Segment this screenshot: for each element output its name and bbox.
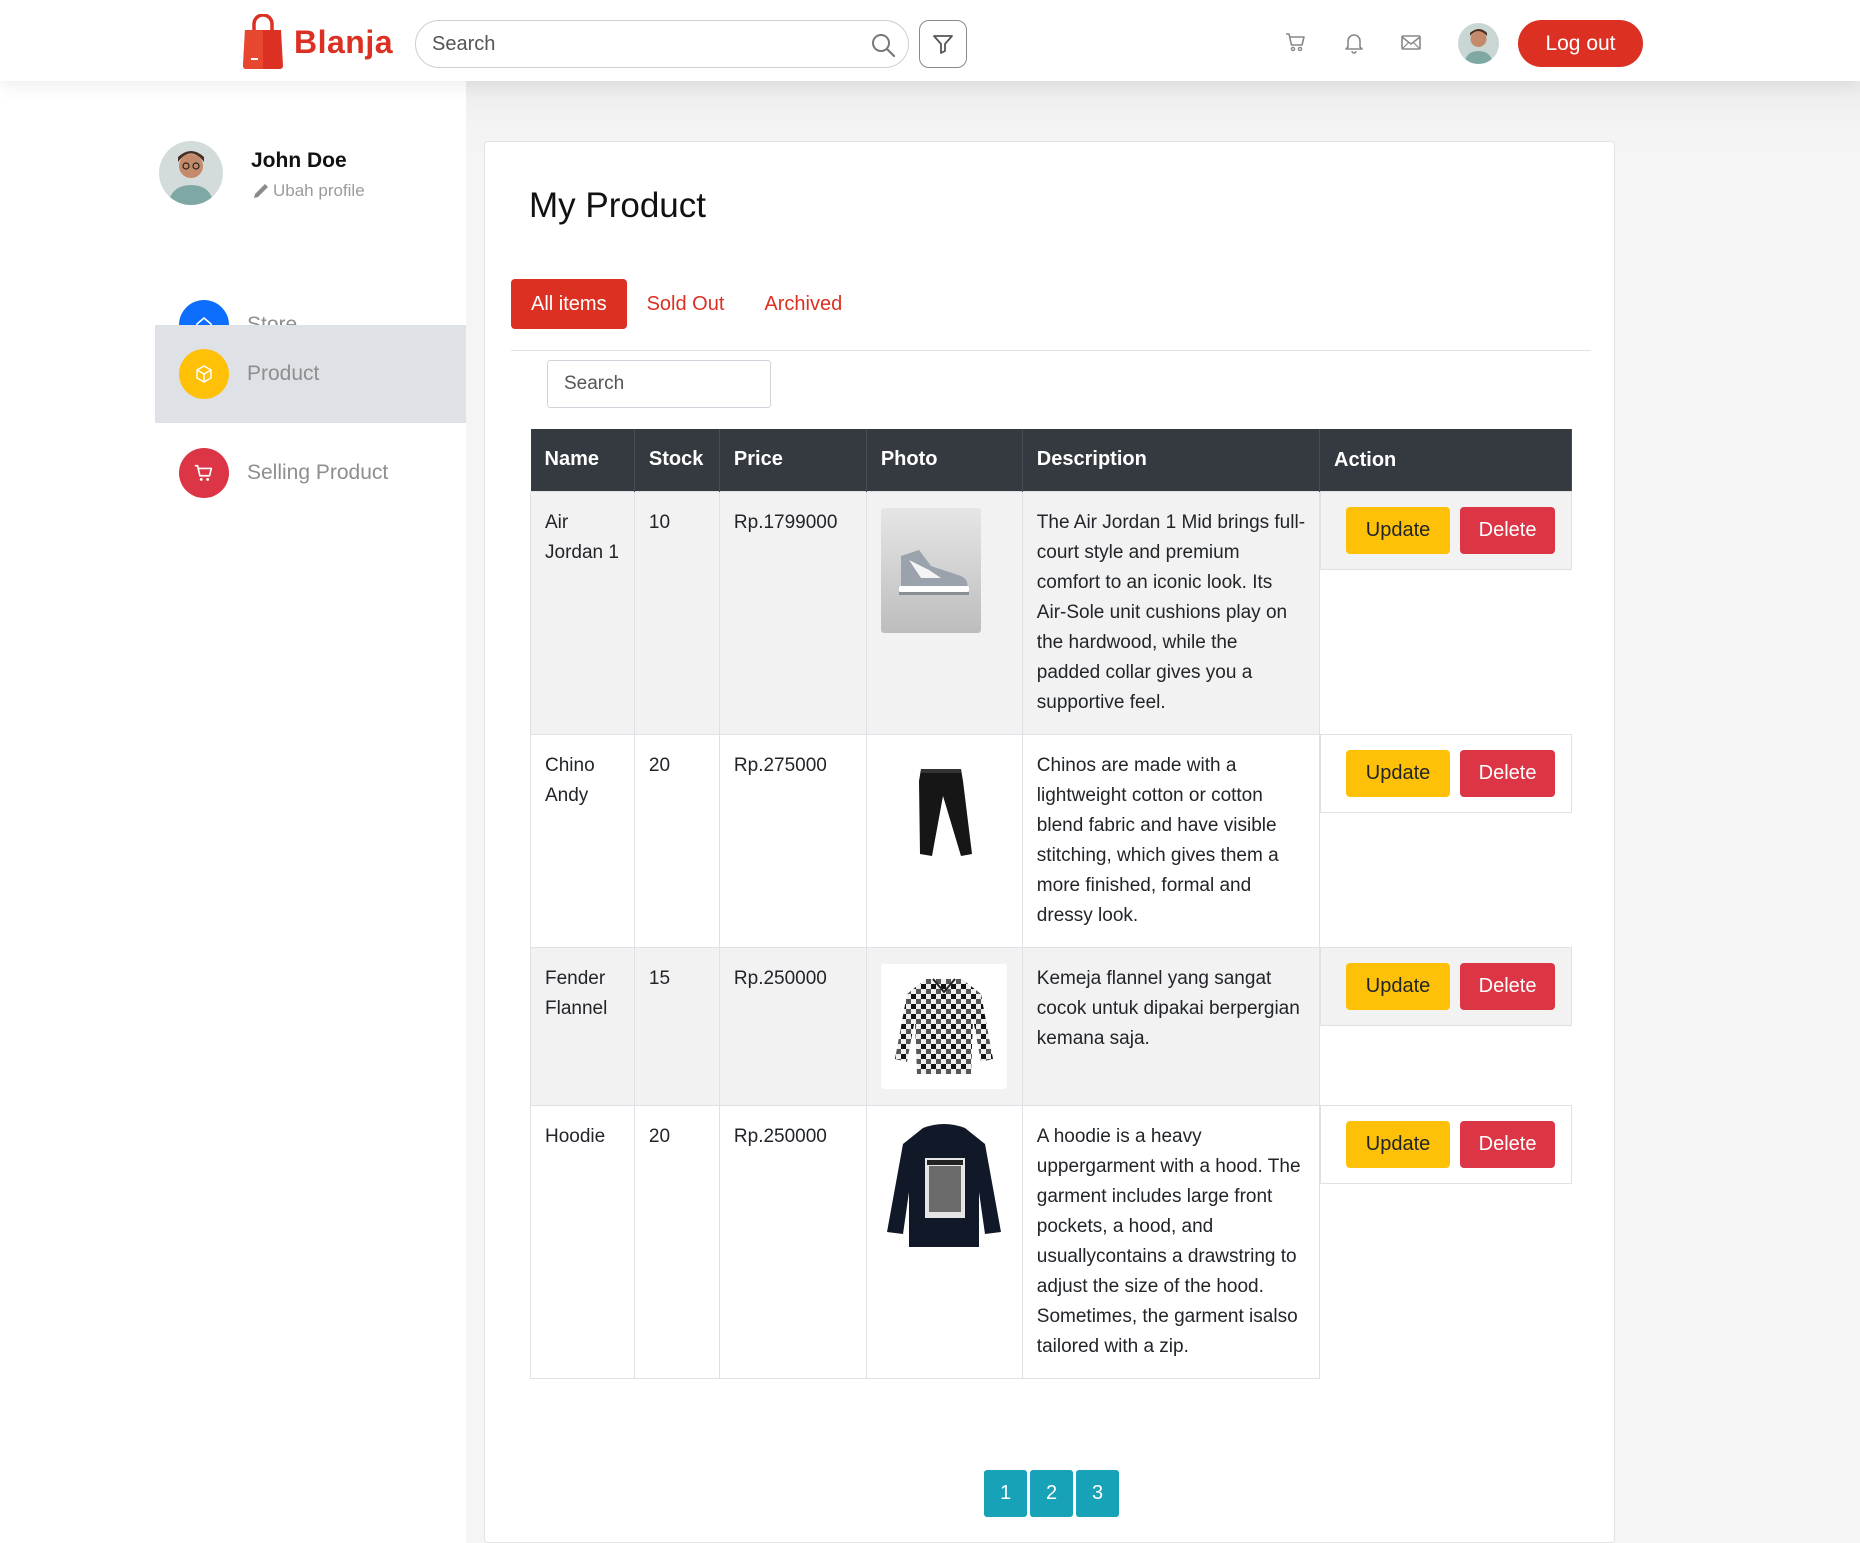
flannel-photo [880, 963, 1007, 1089]
search-input[interactable] [432, 21, 852, 67]
page-button-2[interactable]: 2 [1030, 1470, 1073, 1517]
product-stock: 15 [633, 946, 720, 1106]
tab-archived[interactable]: Archived [744, 279, 862, 329]
product-description: Kemeja flannel yang sangat cocok untuk d… [1021, 946, 1321, 1106]
action-buttons: Update Delete [1320, 491, 1572, 570]
product-name: Chino Andy [530, 733, 635, 948]
table-header-row: Name Stock Price Photo Description Actio… [530, 429, 1572, 491]
shopping-bag-icon [243, 14, 283, 69]
table-row: Air Jordan 1 10 Rp.1799000 The Air Jorda… [530, 490, 1572, 735]
tab-divider [511, 350, 1591, 351]
update-button[interactable]: Update [1346, 507, 1451, 554]
product-card: My Product All items Sold Out Archived N… [484, 141, 1615, 1543]
action-cell: Update Delete [1320, 734, 1572, 947]
delete-button[interactable]: Delete [1460, 750, 1556, 797]
product-name: Air Jordan 1 [530, 490, 635, 735]
action-buttons: Update Delete [1320, 1105, 1572, 1184]
user-avatar-icon [159, 141, 223, 205]
product-photo-cell [865, 1104, 1023, 1379]
product-search-input[interactable] [547, 360, 771, 408]
product-description: Chinos are made with a lightweight cotto… [1021, 733, 1321, 948]
filter-icon [933, 35, 953, 54]
product-description: The Air Jordan 1 Mid brings full-court s… [1021, 490, 1321, 735]
logout-button[interactable]: Log out [1518, 20, 1643, 67]
product-price: Rp.1799000 [718, 490, 867, 735]
product-price: Rp.250000 [718, 946, 867, 1106]
sidebar-item-label: Product [247, 362, 320, 385]
delete-button[interactable]: Delete [1460, 507, 1556, 554]
product-tabs: All items Sold Out Archived [511, 279, 862, 329]
sneaker-photo [880, 507, 981, 633]
delete-button[interactable]: Delete [1460, 1121, 1556, 1168]
table-row: Chino Andy 20 Rp.275000 Chinos are made … [530, 733, 1572, 948]
search-bar[interactable] [415, 20, 909, 68]
product-name: Fender Flannel [530, 946, 635, 1106]
bell-icon[interactable] [1342, 30, 1366, 54]
sidebar-item-product[interactable]: Product [155, 325, 466, 423]
edit-profile-link[interactable]: Ubah profile [251, 181, 365, 201]
column-header-name: Name [530, 429, 635, 491]
sidebar-item-label: Selling Product [247, 461, 389, 484]
action-cell: Update Delete [1320, 1105, 1572, 1378]
column-header-photo: Photo [866, 429, 1023, 491]
page-button-1[interactable]: 1 [984, 1470, 1027, 1517]
column-header-description: Description [1022, 429, 1321, 491]
update-button[interactable]: Update [1346, 963, 1451, 1010]
product-name: Hoodie [530, 1104, 635, 1379]
delete-button[interactable]: Delete [1460, 963, 1556, 1010]
product-table: Name Stock Price Photo Description Actio… [530, 429, 1572, 1379]
product-photo-cell [865, 490, 1023, 735]
product-price: Rp.250000 [718, 1104, 867, 1379]
cart-icon [179, 448, 229, 498]
avatar [159, 141, 223, 205]
edit-profile-label: Ubah profile [273, 181, 365, 200]
filter-button[interactable] [919, 20, 967, 68]
product-stock: 20 [633, 1104, 720, 1379]
action-buttons: Update Delete [1320, 947, 1572, 1026]
pagination: 1 2 3 [984, 1470, 1119, 1517]
brand-name: Blanja [294, 23, 394, 60]
pants-photo [880, 750, 1007, 876]
search-icon[interactable] [870, 32, 896, 58]
sidebar-profile: John Doe Ubah profile [159, 141, 365, 205]
cart-icon[interactable] [1284, 30, 1308, 54]
pencil-icon [254, 184, 268, 198]
update-button[interactable]: Update [1346, 750, 1451, 797]
product-price: Rp.275000 [718, 733, 867, 948]
sidebar: John Doe Ubah profile Store Product Sell… [0, 81, 466, 1543]
sidebar-item-selling-product[interactable]: Selling Product [155, 424, 466, 522]
update-button[interactable]: Update [1346, 1121, 1451, 1168]
column-header-stock: Stock [634, 429, 720, 491]
top-navbar: Blanja Log out [0, 0, 1860, 81]
page-title: My Product [529, 186, 706, 225]
avatar[interactable] [1458, 23, 1499, 64]
hoodie-photo [880, 1121, 1007, 1247]
action-cell: Update Delete [1320, 947, 1572, 1105]
profile-name: John Doe [251, 149, 347, 172]
mail-icon[interactable] [1399, 30, 1423, 54]
page-button-3[interactable]: 3 [1076, 1470, 1119, 1517]
box-icon [179, 349, 229, 399]
brand-logo[interactable]: Blanja [242, 14, 393, 70]
tab-sold-out[interactable]: Sold Out [627, 279, 745, 329]
user-avatar-icon [1458, 23, 1499, 64]
table-row: Fender Flannel 15 Rp.250000 Kemeja flann… [530, 946, 1572, 1106]
profile-text: John Doe Ubah profile [251, 141, 365, 201]
product-stock: 10 [633, 490, 720, 735]
product-photo-cell [865, 946, 1023, 1106]
tab-all-items[interactable]: All items [511, 279, 627, 329]
product-photo-cell [865, 733, 1023, 948]
column-header-action: Action [1319, 429, 1572, 491]
column-header-price: Price [719, 429, 867, 491]
table-row: Hoodie 20 Rp.250000 A hoodie is a heavy … [530, 1104, 1572, 1379]
action-cell: Update Delete [1320, 491, 1572, 734]
product-stock: 20 [633, 733, 720, 948]
action-buttons: Update Delete [1320, 734, 1572, 813]
product-description: A hoodie is a heavy uppergarment with a … [1021, 1104, 1321, 1379]
